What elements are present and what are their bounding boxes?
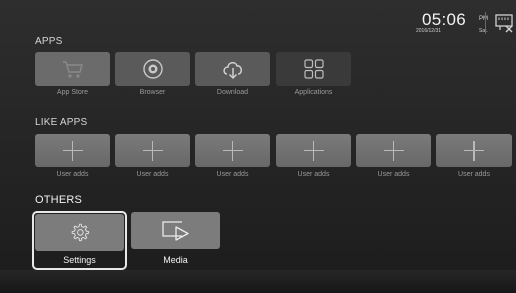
plus-icon [383,140,404,161]
like-app-slot-4[interactable] [276,134,351,167]
like-app-label-1: User adds [56,171,89,178]
like-app-slot-6[interactable] [436,134,512,167]
like-app-label-3: User adds [216,171,249,178]
like-app-label-2: User adds [136,171,169,178]
clock-ampm: PM [479,16,488,22]
plus-icon [222,140,243,161]
grid-icon [304,59,324,79]
browser-tile[interactable] [115,52,190,86]
applications-label: Applications [294,89,333,96]
like-app-slot-3[interactable] [195,134,270,167]
ethernet-disconnected-icon[interactable] [493,12,515,34]
media-label: Media [163,255,188,265]
settings-label: Settings [63,255,96,265]
like-app-slot-2[interactable] [115,134,190,167]
apps-section-title: APPS [35,36,63,47]
browser-icon [143,59,163,79]
clock-time: 05:06 [422,10,467,29]
app-store-tile[interactable] [35,52,110,86]
like-apps-section-title: LIKE APPS [35,117,88,128]
like-app-slot-1[interactable] [35,134,110,167]
gear-icon [71,223,90,242]
cloud-download-icon [223,62,242,80]
launcher-screen: 05:06 PM 2016/12/31 Sat. APPS App Store [0,0,516,293]
plus-icon [464,140,484,161]
status-divider [485,12,486,34]
browser-label: Browser [139,89,166,96]
download-label: Download [216,89,249,96]
media-tile[interactable] [131,212,220,249]
play-icon [162,221,189,241]
clock: 05:06 PM 2016/12/31 Sat. [416,10,488,36]
like-app-label-6: User adds [458,171,490,178]
like-app-label-5: User adds [377,171,410,178]
plus-icon [142,140,163,161]
clock-day: Sat. [479,28,488,34]
plus-icon [303,140,324,161]
others-section-title: OTHERS [35,194,83,206]
shopping-cart-icon [63,61,83,78]
settings-tile[interactable] [35,214,124,251]
like-app-label-4: User adds [297,171,330,178]
like-app-slot-5[interactable] [356,134,431,167]
clock-date: 2016/12/31 [416,28,442,34]
floor-reflection [0,270,516,293]
app-store-label: App Store [56,89,89,96]
download-tile[interactable] [195,52,270,86]
applications-tile[interactable] [276,52,351,86]
plus-icon [62,140,83,161]
